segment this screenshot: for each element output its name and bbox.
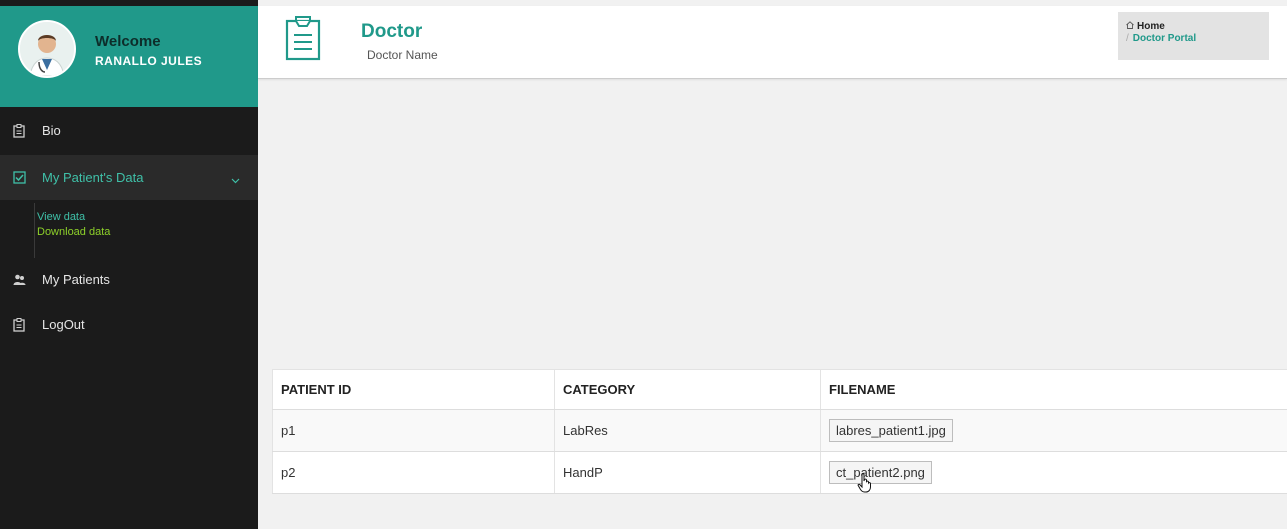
sidebar-item-bio[interactable]: Bio [0, 108, 258, 153]
column-header-patient-id: PATIENT ID [272, 369, 555, 410]
table-header-row: PATIENT ID CATEGORY FILENAME [272, 369, 1287, 410]
column-header-category: CATEGORY [554, 369, 821, 410]
clipboard-icon [12, 317, 26, 332]
file-link[interactable]: ct_patient2.png [829, 461, 932, 484]
cell-patient-id: p1 [272, 409, 555, 452]
breadcrumb: Home / Doctor Portal [1118, 12, 1269, 60]
sidebar-item-label: My Patient's Data [42, 170, 144, 185]
page-header: Doctor Doctor Name Home / Doctor Portal [258, 6, 1287, 79]
breadcrumb-home-label: Home [1137, 21, 1165, 32]
users-icon [12, 273, 26, 287]
profile-panel: Welcome RANALLO JULES [0, 6, 258, 107]
file-link[interactable]: labres_patient1.jpg [829, 419, 953, 442]
chevron-down-icon [231, 171, 240, 189]
breadcrumb-home[interactable]: Home [1126, 21, 1269, 32]
breadcrumb-current: / Doctor Portal [1126, 33, 1269, 44]
sidebar-item-patients-data[interactable]: My Patient's Data [0, 155, 258, 200]
cell-category: LabRes [554, 409, 821, 452]
checkbox-icon [12, 171, 26, 185]
column-header-filename: FILENAME [820, 369, 1287, 410]
document-icon [285, 15, 321, 66]
sidebar-item-label: LogOut [42, 317, 85, 332]
home-icon [1126, 21, 1134, 32]
page-title: Doctor [361, 21, 423, 42]
username-label: RANALLO JULES [95, 54, 203, 68]
avatar [18, 20, 76, 78]
sidebar-item-logout[interactable]: LogOut [0, 302, 258, 347]
cell-filename: labres_patient1.jpg [820, 409, 1287, 452]
sidebar-item-label: My Patients [42, 272, 110, 287]
clipboard-icon [12, 123, 26, 138]
submenu: View data Download data [34, 203, 110, 258]
breadcrumb-separator: / [1126, 33, 1129, 44]
welcome-label: Welcome [95, 33, 161, 50]
submenu-view-data[interactable]: View data [37, 210, 110, 225]
sidebar: Welcome RANALLO JULES Bio My Patient's D… [0, 0, 258, 529]
breadcrumb-current-label: Doctor Portal [1132, 33, 1197, 44]
submenu-download-data[interactable]: Download data [37, 225, 110, 240]
patient-data-table: PATIENT ID CATEGORY FILENAME p1 LabRes l… [272, 369, 1287, 494]
page-subtitle: Doctor Name [367, 48, 438, 62]
hand-cursor-icon [857, 473, 873, 498]
sidebar-item-my-patients[interactable]: My Patients [0, 257, 258, 302]
cell-filename: ct_patient2.png [820, 451, 1287, 494]
sidebar-item-label: Bio [42, 123, 61, 138]
table-row: p1 LabRes labres_patient1.jpg [272, 409, 1287, 452]
table-row: p2 HandP ct_patient2.png [272, 451, 1287, 494]
cell-category: HandP [554, 451, 821, 494]
cell-patient-id: p2 [272, 451, 555, 494]
